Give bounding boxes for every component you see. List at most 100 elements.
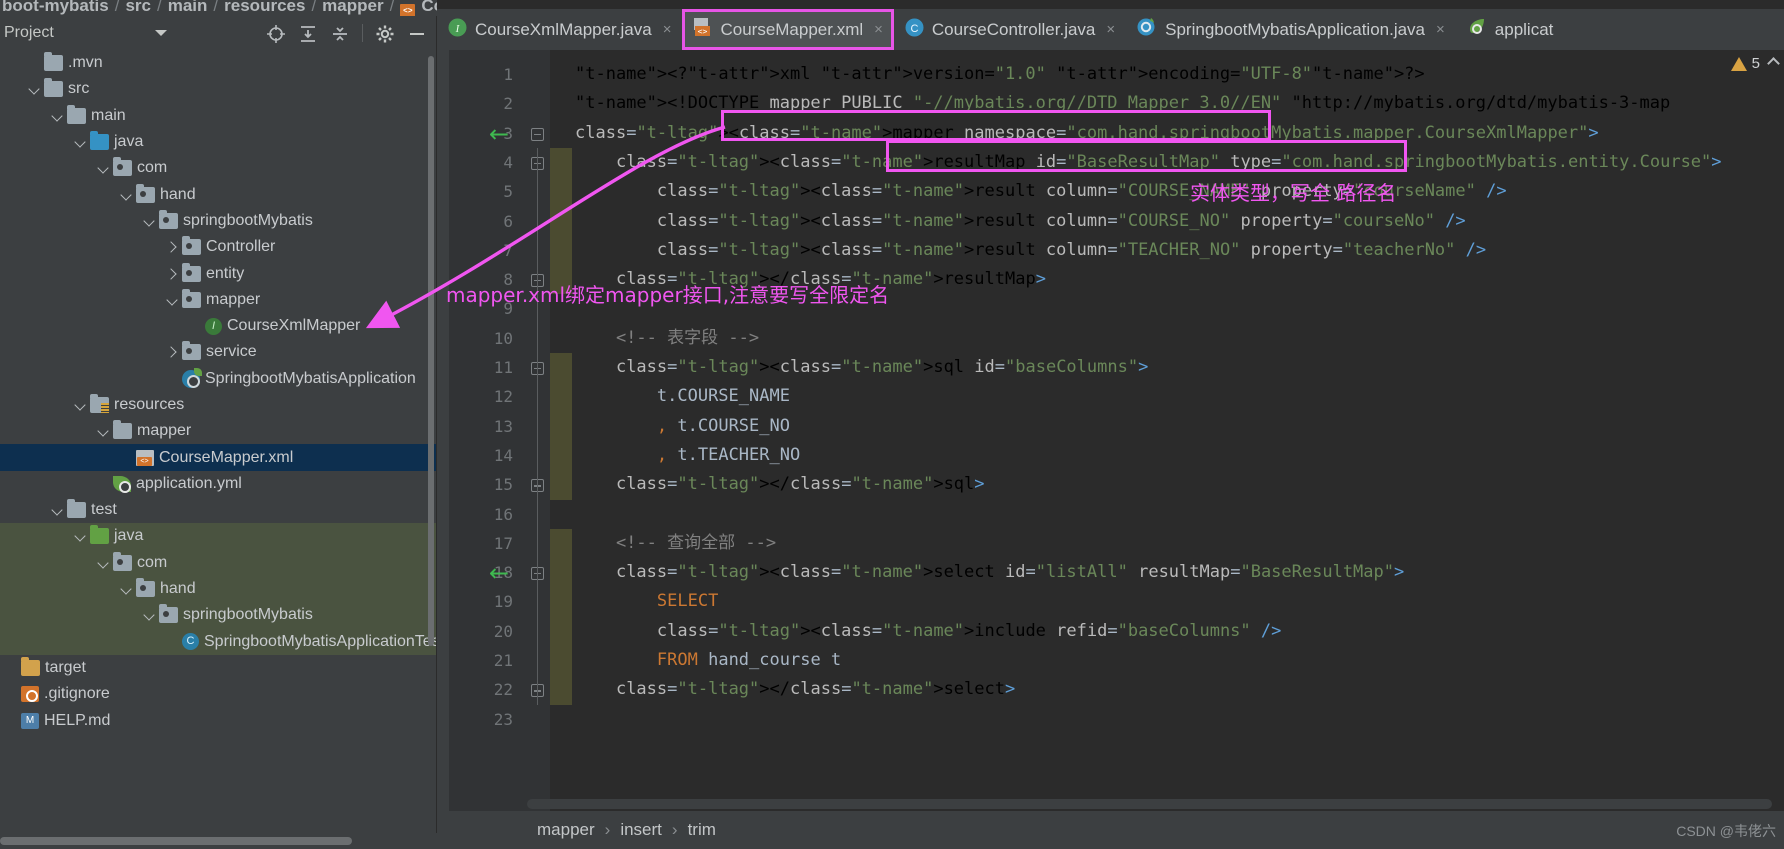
tree-item-help-md[interactable]: HELP.md — [0, 707, 436, 733]
close-icon[interactable]: × — [1106, 21, 1115, 38]
tree-item-springbootmybatis[interactable]: springbootMybatis — [0, 208, 436, 234]
code-line[interactable]: , t.TEACHER_NO — [550, 441, 1784, 470]
tree-item-test[interactable]: test — [0, 497, 436, 523]
code-line[interactable]: SELECT — [550, 587, 1784, 616]
chevron-right-icon[interactable] — [165, 345, 179, 359]
navigate-to-mapper-icon[interactable]: ← — [489, 561, 509, 585]
chevron-down-icon[interactable] — [155, 30, 168, 36]
editor-tab-coursemapper-xml[interactable]: <> CourseMapper.xml × — [682, 9, 894, 50]
editor-tab-applicat[interactable]: applicat — [1456, 9, 1565, 50]
code-line[interactable] — [550, 705, 1784, 734]
tree-item-service[interactable]: service — [0, 339, 436, 365]
chevron-down-icon[interactable] — [96, 424, 110, 438]
breadcrumb-segment[interactable]: mapper — [322, 0, 383, 16]
chevron-down-icon[interactable] — [142, 214, 156, 228]
tree-horizontal-scrollbar[interactable] — [0, 833, 437, 849]
tree-item-coursexmlmapper[interactable]: I CourseXmlMapper — [0, 313, 436, 339]
close-icon[interactable]: × — [874, 21, 883, 38]
code-line[interactable]: class="t-ltag"><class="t-name">mapper na… — [550, 119, 1784, 148]
breadcrumb-segment[interactable]: boot-mybatis — [2, 0, 109, 16]
code-text[interactable]: "t-name"><?"t-attr">xml "t-attr">version… — [550, 50, 1784, 811]
editor-horizontal-scrollbar[interactable] — [527, 799, 1772, 809]
code-line[interactable]: class="t-ltag"><class="t-name">result co… — [550, 177, 1784, 206]
chevron-right-icon[interactable] — [165, 267, 179, 281]
code-line[interactable]: t.COURSE_NAME — [550, 382, 1784, 411]
breadcrumb-segment[interactable]: src — [125, 0, 151, 16]
code-line[interactable]: class="t-ltag"><class="t-name">include r… — [550, 617, 1784, 646]
project-tree[interactable]: .mvn src main java com hand springbootMybatis C… — [0, 50, 436, 833]
code-line[interactable]: class="t-ltag"><class="t-name">result co… — [550, 207, 1784, 236]
tree-item-application-yml[interactable]: application.yml — [0, 471, 436, 497]
editor-tab-coursexmlmapper-java[interactable]: I CourseXmlMapper.java × — [437, 9, 682, 50]
tree-item-springbootmybatisapplication[interactable]: SpringbootMybatisApplication — [0, 366, 436, 392]
code-line[interactable]: class="t-ltag"><class="t-name">resultMap… — [550, 148, 1784, 177]
tree-item-mapper[interactable]: mapper — [0, 287, 436, 313]
tree-item-springbootmybatisapplicationtes[interactable]: C SpringbootMybatisApplicationTes — [0, 628, 436, 655]
chevron-down-icon[interactable] — [119, 188, 133, 202]
tree-item-mapper[interactable]: mapper — [0, 418, 436, 444]
chevron-down-icon[interactable] — [96, 556, 110, 570]
tree-item-com[interactable]: com — [0, 549, 436, 576]
tree-item-target[interactable]: target — [0, 655, 436, 681]
editor-vertical-scrollbar[interactable] — [1773, 50, 1784, 750]
tree-item-com[interactable]: com — [0, 155, 436, 181]
tree-item--gitignore[interactable]: .gitignore — [0, 681, 436, 707]
tree-vertical-scrollbar[interactable] — [428, 56, 434, 646]
chevron-down-icon[interactable] — [142, 608, 156, 622]
chevron-down-icon[interactable] — [50, 109, 64, 123]
breadcrumb-bottom[interactable]: mapper › insert › trim — [437, 811, 1784, 849]
chevron-down-icon[interactable] — [119, 582, 133, 596]
expand-all-icon[interactable] — [295, 21, 321, 45]
bottom-breadcrumb-item[interactable]: trim — [688, 820, 716, 840]
collapse-all-icon[interactable] — [327, 21, 353, 45]
tree-item--mvn[interactable]: .mvn — [0, 50, 436, 76]
tree-item-java[interactable]: java — [0, 129, 436, 155]
chevron-right-icon[interactable] — [165, 240, 179, 254]
chevron-down-icon[interactable] — [73, 529, 87, 543]
close-icon[interactable]: × — [663, 21, 672, 38]
tree-item-coursemapper-xml[interactable]: CourseMapper.xml — [0, 444, 436, 471]
chevron-down-icon[interactable] — [50, 503, 64, 517]
tree-item-entity[interactable]: entity — [0, 260, 436, 286]
close-icon[interactable]: × — [1436, 21, 1445, 38]
tree-item-resources[interactable]: resources — [0, 392, 436, 418]
tree-item-hand[interactable]: hand — [0, 181, 436, 207]
editor-tab-springbootmybatisapplication-java[interactable]: SpringbootMybatisApplication.java × — [1126, 9, 1456, 50]
code-line[interactable]: class="t-ltag"></class="t-name">sql> — [550, 470, 1784, 499]
chevron-down-icon[interactable] — [73, 398, 87, 412]
code-line[interactable]: , t.COURSE_NO — [550, 412, 1784, 441]
scrollbar-thumb[interactable] — [0, 837, 352, 845]
chevron-down-icon[interactable] — [27, 82, 41, 96]
code-line[interactable]: "t-name"><?"t-attr">xml "t-attr">version… — [550, 60, 1784, 89]
settings-gear-icon[interactable] — [372, 21, 398, 45]
tree-item-springbootmybatis[interactable]: springbootMybatis — [0, 602, 436, 629]
code-line[interactable]: class="t-ltag"></class="t-name">select> — [550, 675, 1784, 704]
editor-tab-coursecontroller-java[interactable]: C CourseController.java × — [894, 9, 1126, 50]
code-line[interactable] — [550, 500, 1784, 529]
tree-item-hand[interactable]: hand — [0, 575, 436, 603]
tree-item-src[interactable]: src — [0, 76, 436, 102]
chevron-up-icon[interactable] — [1767, 57, 1780, 70]
code-line[interactable]: class="t-ltag"><class="t-name">sql id="b… — [550, 353, 1784, 382]
code-line[interactable]: class="t-ltag"><class="t-name">select id… — [550, 558, 1784, 587]
navigate-to-mapper-icon[interactable]: ← — [489, 122, 509, 146]
tree-item-java[interactable]: java — [0, 523, 436, 550]
editor-tab-bar[interactable]: I CourseXmlMapper.java × <> CourseMapper.xml… — [437, 9, 1784, 50]
chevron-down-icon[interactable] — [73, 135, 87, 149]
code-line[interactable]: <!-- 查询全部 --> — [550, 529, 1784, 558]
editor-gutter[interactable]: 1 2 3 4 5 6 7 8 9 10 11 12 13 14 15 16 17 18 19 20 21 22 23 — [437, 50, 525, 811]
hide-panel-icon[interactable] — [404, 21, 430, 45]
chevron-down-icon[interactable] — [96, 161, 110, 175]
bottom-breadcrumb-item[interactable]: mapper — [537, 820, 595, 840]
code-line[interactable]: FROM hand_course t — [550, 646, 1784, 675]
chevron-down-icon[interactable] — [165, 293, 179, 307]
tree-item-controller[interactable]: Controller — [0, 234, 436, 260]
tree-item-main[interactable]: main — [0, 103, 436, 129]
breadcrumb-segment[interactable]: resources — [224, 0, 305, 16]
locate-icon[interactable] — [263, 21, 289, 45]
code-folding-column[interactable] — [525, 50, 550, 811]
breadcrumb-segment[interactable]: main — [168, 0, 208, 16]
bottom-breadcrumb-item[interactable]: insert — [620, 820, 662, 840]
code-line[interactable]: <!-- 表字段 --> — [550, 324, 1784, 353]
inspection-widget[interactable]: 5 — [1730, 55, 1780, 72]
